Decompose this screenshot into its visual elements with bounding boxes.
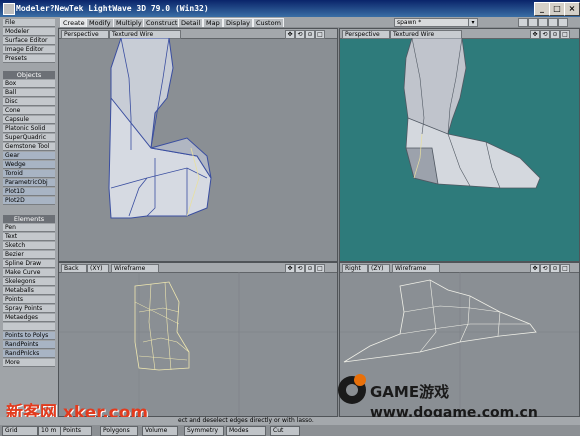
- tab-display[interactable]: Display: [223, 18, 253, 27]
- tool-gear[interactable]: Gear: [3, 152, 55, 160]
- tool-randpoints[interactable]: RandPoints: [3, 341, 55, 349]
- tool-gemstone[interactable]: Gemstone Tool: [3, 143, 55, 151]
- maximize-button[interactable]: □: [549, 2, 565, 16]
- tab-multiply[interactable]: Multiply: [113, 18, 145, 27]
- tool-disc[interactable]: Disc: [3, 98, 55, 106]
- bottom-toolbar: Grid 10 m Points Polygons Volume Symmetr…: [0, 425, 580, 436]
- tool-metaballs[interactable]: Metaballs: [3, 287, 55, 295]
- tool-platonic-solid[interactable]: Platonic Solid: [3, 125, 55, 133]
- tool-spray-points[interactable]: Spray Points: [3, 305, 55, 313]
- tool-cone[interactable]: Cone: [3, 107, 55, 115]
- tab-construct[interactable]: Construct: [143, 18, 181, 27]
- tool-box[interactable]: Box: [3, 80, 55, 88]
- tool-panel: File Modeler Surface Editor Image Editor…: [0, 17, 58, 417]
- tool-text[interactable]: Text: [3, 233, 55, 241]
- file-menu[interactable]: File: [3, 19, 55, 27]
- minimize-button[interactable]: _: [534, 2, 550, 16]
- presets-button[interactable]: Presets: [3, 55, 55, 63]
- watermark-game: GAME游戏: [370, 383, 450, 401]
- tool-more[interactable]: More: [3, 359, 55, 367]
- status-text: ect and deselect edges directly or with …: [178, 417, 314, 424]
- chevron-down-icon[interactable]: ▾: [468, 18, 478, 27]
- status-bar: ect and deselect edges directly or with …: [0, 417, 580, 425]
- mesh-perspective-right: [403, 38, 541, 189]
- tab-map[interactable]: Map: [203, 18, 223, 27]
- viewport-bottom-left[interactable]: Back (XY) Wireframe ✥ ⟲ ⊙ □: [58, 262, 338, 417]
- tool-randpnlcks[interactable]: RandPnlcks: [3, 350, 55, 358]
- tool-toroid[interactable]: Toroid: [3, 170, 55, 178]
- layer-1[interactable]: [518, 18, 528, 27]
- tool-ball[interactable]: Ball: [3, 89, 55, 97]
- tool-points[interactable]: Points: [3, 296, 55, 304]
- window-titlebar: Modeler?NewTek LightWave 3D 79.0 (Win32)…: [0, 0, 580, 17]
- tool-plot2d[interactable]: Plot2D: [3, 197, 55, 205]
- tab-detail[interactable]: Detail: [178, 18, 204, 27]
- tool-make-curve[interactable]: Make Curve: [3, 269, 55, 277]
- tool-wedge[interactable]: Wedge: [3, 161, 55, 169]
- tool-spline-draw[interactable]: Spline Draw: [3, 260, 55, 268]
- watermark-logo: [338, 374, 366, 404]
- mesh-back-wireframe: [59, 272, 337, 416]
- elements-header: Elements: [3, 215, 55, 223]
- app-icon: [3, 3, 15, 15]
- tab-modify[interactable]: Modify: [86, 18, 114, 27]
- layer-5[interactable]: [558, 18, 568, 27]
- modeler-menu[interactable]: Modeler: [3, 28, 55, 36]
- layer-select[interactable]: spawn *: [394, 18, 474, 27]
- tool-points-to-polys[interactable]: Points to Polys: [3, 332, 55, 340]
- close-button[interactable]: ×: [564, 2, 580, 16]
- viewport-top-right[interactable]: Perspective Textured Wire ✥ ⟲ ⊙ □: [339, 28, 580, 262]
- tool-skelegons[interactable]: Skelegons: [3, 278, 55, 286]
- viewport-top-left[interactable]: Perspective Textured Wire ✥ ⟲ ⊙ □: [58, 28, 338, 262]
- tab-create[interactable]: Create: [60, 18, 88, 27]
- tool-pen[interactable]: Pen: [3, 224, 55, 232]
- layer-2[interactable]: [528, 18, 538, 27]
- layer-3[interactable]: [538, 18, 548, 27]
- tool-parametricobj[interactable]: ParametricObj: [3, 179, 55, 187]
- tool-capsule[interactable]: Capsule: [3, 116, 55, 124]
- layer-4[interactable]: [548, 18, 558, 27]
- tool-blank[interactable]: [3, 323, 55, 331]
- tool-metaedges[interactable]: Metaedges: [3, 314, 55, 322]
- window-title: Modeler?NewTek LightWave 3D 79.0 (Win32): [16, 4, 209, 13]
- mesh-perspective-left: [108, 38, 212, 219]
- tool-superquadric[interactable]: SuperQuadric: [3, 134, 55, 142]
- tool-sketch[interactable]: Sketch: [3, 242, 55, 250]
- tool-bezier[interactable]: Bezier: [3, 251, 55, 259]
- image-editor-button[interactable]: Image Editor: [3, 46, 55, 54]
- tool-plot1d[interactable]: Plot1D: [3, 188, 55, 196]
- tab-custom[interactable]: Custom: [253, 18, 284, 27]
- objects-header: Objects: [3, 71, 55, 79]
- surface-editor-button[interactable]: Surface Editor: [3, 37, 55, 45]
